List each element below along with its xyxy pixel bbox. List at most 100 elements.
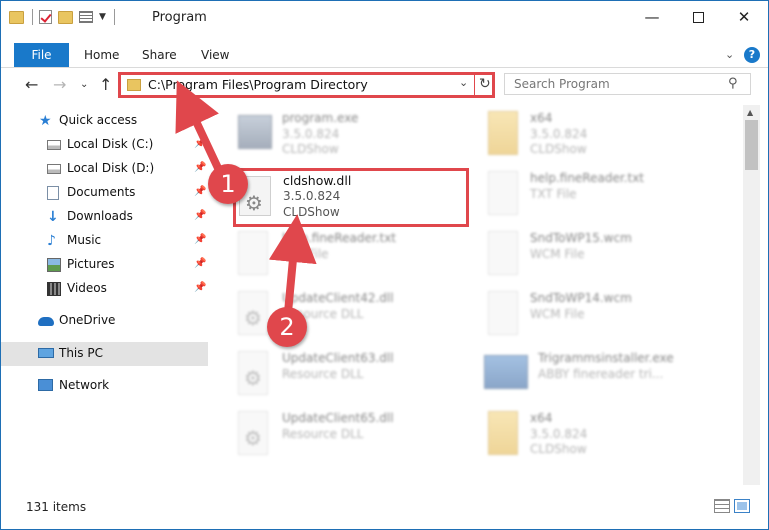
file-name: Trigrammsinstaller.exe bbox=[538, 351, 674, 365]
sidebar-item-quick-access[interactable]: ★ Quick access bbox=[1, 109, 208, 133]
app-icon bbox=[484, 355, 528, 389]
dll-icon bbox=[238, 351, 268, 395]
list-item[interactable]: program.exe 3.5.0.824 CLDShow bbox=[216, 107, 466, 165]
sidebar-item-label: Local Disk (D:) bbox=[67, 161, 155, 175]
list-item[interactable]: x64 3.5.0.824 CLDShow bbox=[466, 107, 716, 165]
maximize-button[interactable] bbox=[675, 1, 721, 33]
text-file-icon bbox=[238, 231, 268, 275]
vertical-scrollbar[interactable]: ▲ bbox=[743, 105, 760, 485]
forward-button[interactable]: → bbox=[53, 75, 66, 94]
search-input[interactable]: Search Program ⚲ bbox=[504, 73, 751, 95]
documents-icon bbox=[47, 186, 59, 200]
file-type: TXT File bbox=[282, 247, 329, 261]
expand-ribbon-icon[interactable]: ⌄ bbox=[725, 48, 734, 61]
details-view-icon[interactable] bbox=[714, 499, 730, 513]
list-item[interactable]: UpdateClient65.dll Resource DLL bbox=[216, 407, 466, 465]
file-type: Resource DLL bbox=[282, 367, 364, 381]
scroll-thumb[interactable] bbox=[745, 120, 758, 170]
customize-toolbar-icon[interactable]: ▼ bbox=[99, 12, 106, 22]
item-count: 131 items bbox=[26, 500, 87, 514]
list-item[interactable]: UpdateClient42.dll Resource DLL bbox=[216, 287, 466, 345]
text-file-icon bbox=[488, 171, 518, 215]
sidebar-item-pictures[interactable]: Pictures 📌 bbox=[1, 253, 208, 277]
list-item[interactable]: Trigrammsinstaller.exe ABBY finereader t… bbox=[466, 347, 716, 405]
scroll-up-icon[interactable]: ▲ bbox=[747, 108, 753, 117]
videos-icon bbox=[47, 282, 61, 296]
address-dropdown-icon[interactable]: ⌄ bbox=[459, 76, 468, 89]
sidebar-item-videos[interactable]: Videos 📌 bbox=[1, 277, 208, 301]
properties-icon[interactable] bbox=[79, 11, 93, 23]
sidebar-item-this-pc[interactable]: This PC bbox=[1, 342, 208, 366]
sidebar-item-local-disk-c[interactable]: Local Disk (C:) 📌 bbox=[1, 133, 208, 157]
sidebar-item-downloads[interactable]: ↓ Downloads 📌 bbox=[1, 205, 208, 229]
sidebar-item-documents[interactable]: Documents 📌 bbox=[1, 181, 208, 205]
exe-icon bbox=[238, 115, 272, 149]
file-type: WCM File bbox=[530, 307, 585, 321]
list-item[interactable]: UpdateClient63.dll Resource DLL bbox=[216, 347, 466, 405]
file-name: SndToWP14.wcm bbox=[530, 291, 632, 305]
file-version: 3.5.0.824 bbox=[282, 127, 340, 141]
toolbar-divider bbox=[32, 9, 33, 25]
search-placeholder: Search Program bbox=[514, 77, 610, 91]
list-item[interactable]: SndToWP14.wcm WCM File bbox=[466, 287, 716, 345]
explorer-window: ▼ Program — ✕ File Home Share View ⌄ ? ←… bbox=[0, 0, 769, 530]
back-button[interactable]: ← bbox=[25, 75, 38, 94]
file-name: UpdateClient42.dll bbox=[282, 291, 394, 305]
recent-locations-icon[interactable]: ⌄ bbox=[80, 79, 88, 90]
highlighted-file-item[interactable]: cldshow.dll 3.5.0.824 CLDShow bbox=[233, 168, 469, 227]
view-switcher bbox=[714, 499, 750, 513]
sidebar-item-label: Videos bbox=[67, 281, 107, 295]
maximize-icon bbox=[692, 11, 704, 23]
sidebar-item-network[interactable]: Network bbox=[1, 374, 208, 398]
tab-share[interactable]: Share bbox=[142, 43, 177, 67]
tiles-view-icon[interactable] bbox=[734, 499, 750, 513]
tab-file[interactable]: File bbox=[14, 43, 69, 67]
sidebar-item-local-disk-d[interactable]: Local Disk (D:) 📌 bbox=[1, 157, 208, 181]
search-icon[interactable]: ⚲ bbox=[728, 76, 738, 91]
disk-icon bbox=[47, 140, 61, 150]
up-button[interactable]: ↑ bbox=[99, 75, 112, 94]
ribbon-divider bbox=[1, 67, 768, 68]
pin-icon: 📌 bbox=[194, 234, 207, 245]
address-path[interactable]: C:\Program Files\Program Directory bbox=[148, 77, 368, 92]
file-name: SndToWP15.wcm bbox=[530, 231, 632, 245]
tab-home[interactable]: Home bbox=[84, 43, 119, 67]
refresh-icon[interactable]: ↻ bbox=[479, 76, 491, 92]
list-item[interactable]: x64 3.5.0.824 CLDShow bbox=[466, 407, 716, 465]
sidebar-item-music[interactable]: ♪ Music 📌 bbox=[1, 229, 208, 253]
help-icon[interactable]: ? bbox=[744, 47, 760, 63]
file-company: CLDShow bbox=[530, 442, 587, 456]
pin-icon: 📌 bbox=[194, 258, 207, 269]
minimize-button[interactable]: — bbox=[629, 1, 675, 33]
window-title: Program bbox=[152, 10, 207, 25]
sidebar-item-label: Pictures bbox=[67, 257, 115, 271]
file-list: program.exe 3.5.0.824 CLDShow x64 3.5.0.… bbox=[216, 105, 746, 485]
address-bar[interactable]: C:\Program Files\Program Directory ⌄ ↻ bbox=[118, 72, 495, 98]
new-folder-icon[interactable] bbox=[58, 10, 73, 24]
file-type: Resource DLL bbox=[282, 427, 364, 441]
close-button[interactable]: ✕ bbox=[721, 1, 767, 33]
disk-icon bbox=[47, 164, 61, 174]
list-item[interactable]: help.fineReader.txt TXT File bbox=[216, 227, 466, 285]
file-name: program.exe bbox=[282, 111, 359, 125]
sidebar-item-onedrive[interactable]: OneDrive bbox=[1, 309, 208, 333]
pin-icon: 📌 bbox=[194, 138, 207, 149]
file-name: cldshow.dll bbox=[283, 173, 352, 188]
tab-view[interactable]: View bbox=[201, 43, 229, 67]
file-type: WCM File bbox=[530, 247, 585, 261]
list-item[interactable]: SndToWP15.wcm WCM File bbox=[466, 227, 716, 285]
sidebar-item-label: Downloads bbox=[67, 209, 133, 223]
folder-icon bbox=[488, 411, 518, 455]
list-item[interactable]: help.fineReader.txt TXT File bbox=[466, 167, 716, 225]
file-version: 3.5.0.824 bbox=[530, 427, 588, 441]
sidebar-item-label: Network bbox=[59, 378, 110, 392]
folder-icon bbox=[9, 10, 24, 24]
file-type: TXT File bbox=[530, 187, 577, 201]
file-icon bbox=[488, 231, 518, 275]
file-type: ABBY finereader tri... bbox=[538, 367, 664, 381]
ribbon: File Home Share View ⌄ ? bbox=[1, 43, 768, 67]
dll-icon bbox=[238, 291, 268, 335]
sidebar-item-label: Quick access bbox=[59, 113, 138, 127]
properties-check-icon[interactable] bbox=[39, 10, 52, 24]
star-icon: ★ bbox=[39, 113, 52, 129]
